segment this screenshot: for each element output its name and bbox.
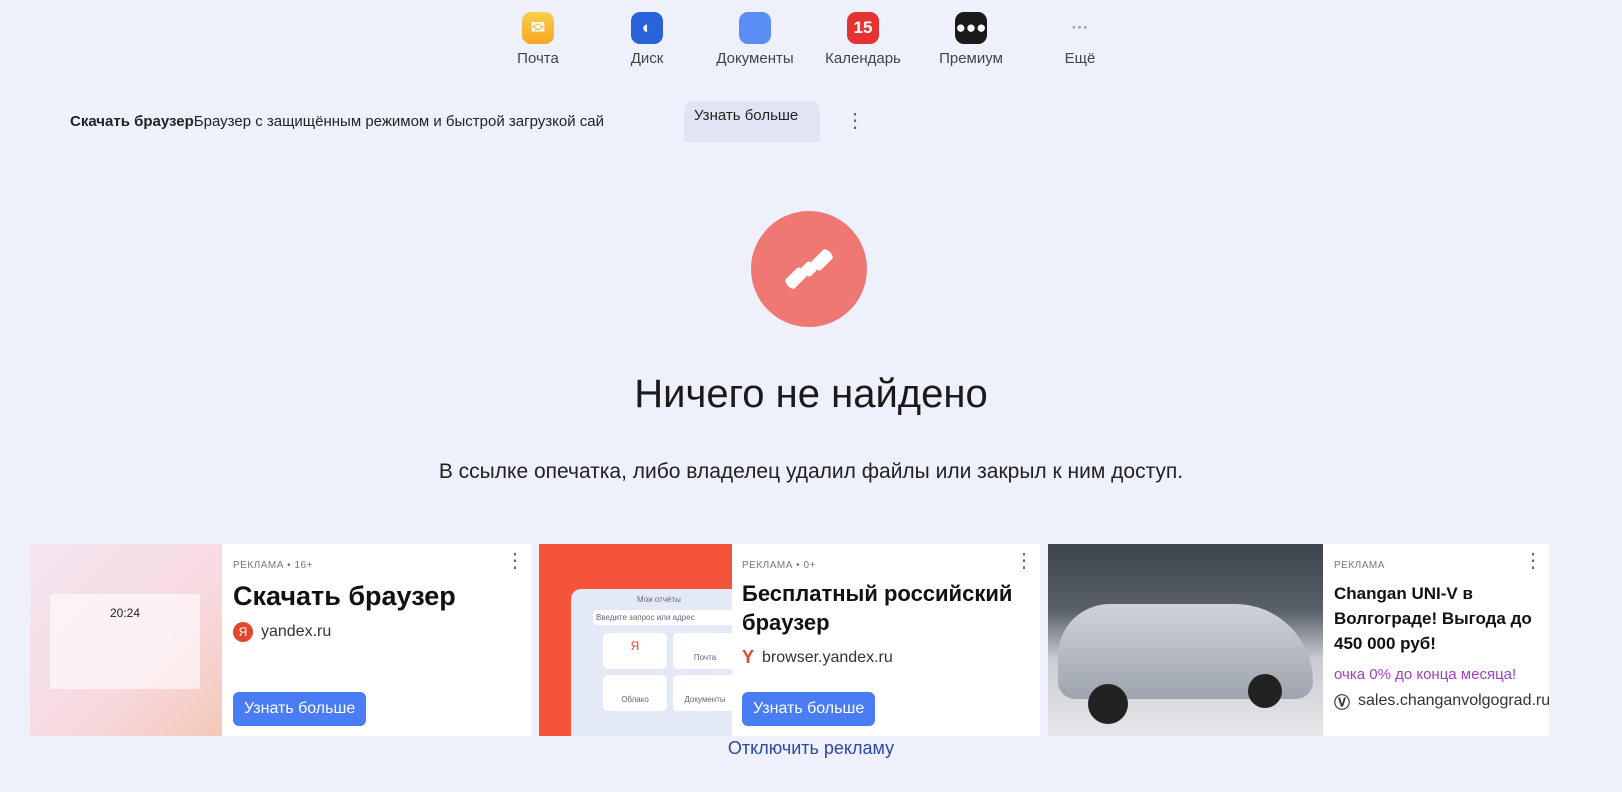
ad-image: 20:24 [30,544,222,736]
service-label: Премиум [939,50,1003,67]
service-label: Почта [517,50,559,67]
ad-learn-more-button[interactable]: Узнать больше [742,692,876,726]
ad-title[interactable]: Скачать браузер [233,581,521,612]
more-icon: ··· [1071,18,1089,37]
yandex-browser-logo-icon: Y [742,647,755,667]
ad-card[interactable]: РЕКЛАМА Changan UNI-V в Волгограде! Выго… [1048,544,1549,736]
promo-learn-more-button[interactable]: Узнать больше [684,101,820,142]
ad-label: РЕКЛАМА [1334,560,1385,571]
promo-text: Браузер с защищённым режимом и быстрой з… [193,112,604,130]
broken-link-icon [751,211,867,327]
error-title: Ничего не найдено [634,372,988,416]
premium-icon: ●●● [955,12,987,44]
ad-card[interactable]: Мои отчёты Введите запрос или адрес Я По… [539,544,1040,736]
preview-search: Введите запрос или адрес [593,610,732,625]
changan-logo-icon: Ⓥ [1334,695,1351,712]
preview-tile: Документы [673,675,732,711]
preview-tile: Облако [603,675,667,711]
promo-title: Скачать браузер [70,112,194,130]
service-mail[interactable]: ✉ Почта [493,12,583,67]
preview-tab: Мои отчёты [637,595,681,604]
mail-icon: ✉ [522,12,554,44]
ad-title[interactable]: Бесплатный российский браузер [742,579,1032,637]
ad-label: РЕКЛАМА • 16+ [233,560,313,571]
ad-image [1048,544,1323,736]
preview-tile: Почта [673,633,732,669]
service-documents[interactable]: Документы [710,12,800,67]
preview-tile: Я [603,633,667,669]
promo-menu-icon[interactable]: ⋮ [845,111,865,131]
yandex-logo-icon: Я [233,622,253,642]
service-label: Диск [630,50,664,67]
promo-banner[interactable]: Скачать браузер Браузер с защищённым режи… [70,100,649,142]
ad-promo-text: очка 0% до конца месяца! [1334,666,1517,683]
disable-ads-link[interactable]: Отключить рекламу [0,738,1622,759]
ad-domain[interactable]: browser.yandex.ru [762,649,893,667]
ad-title[interactable]: Changan UNI-V в Волгограде! Выгода до 45… [1334,581,1539,656]
ad-label: РЕКЛАМА • 0+ [742,560,816,571]
ad-menu-icon[interactable]: ⋮ [1523,551,1543,571]
ad-domain[interactable]: yandex.ru [261,623,331,641]
error-message: В ссылке опечатка, либо владелец удалил … [438,460,1184,483]
documents-icon [739,12,771,44]
service-label: Документы [716,50,794,67]
service-disk[interactable]: ◐ Диск [602,12,692,67]
preview-clock: 20:24 [50,594,200,689]
service-calendar[interactable]: 15 Календарь [818,12,908,67]
service-more[interactable]: ··· Ещё [1035,12,1125,67]
service-label: Календарь [825,50,901,67]
service-label: Ещё [1064,50,1096,67]
service-premium[interactable]: ●●● Премиум [926,12,1016,67]
ad-menu-icon[interactable]: ⋮ [1014,551,1034,571]
ad-learn-more-button[interactable]: Узнать больше [233,692,367,726]
disk-icon: ◐ [631,12,663,44]
ad-domain[interactable]: sales.changanvolgograd.ru [1358,692,1549,710]
ad-image: Мои отчёты Введите запрос или адрес Я По… [539,544,732,736]
ad-menu-icon[interactable]: ⋮ [505,551,525,571]
ad-card[interactable]: 20:24 РЕКЛАМА • 16+ Скачать браузер Яyan… [30,544,531,736]
calendar-icon: 15 [847,12,879,44]
